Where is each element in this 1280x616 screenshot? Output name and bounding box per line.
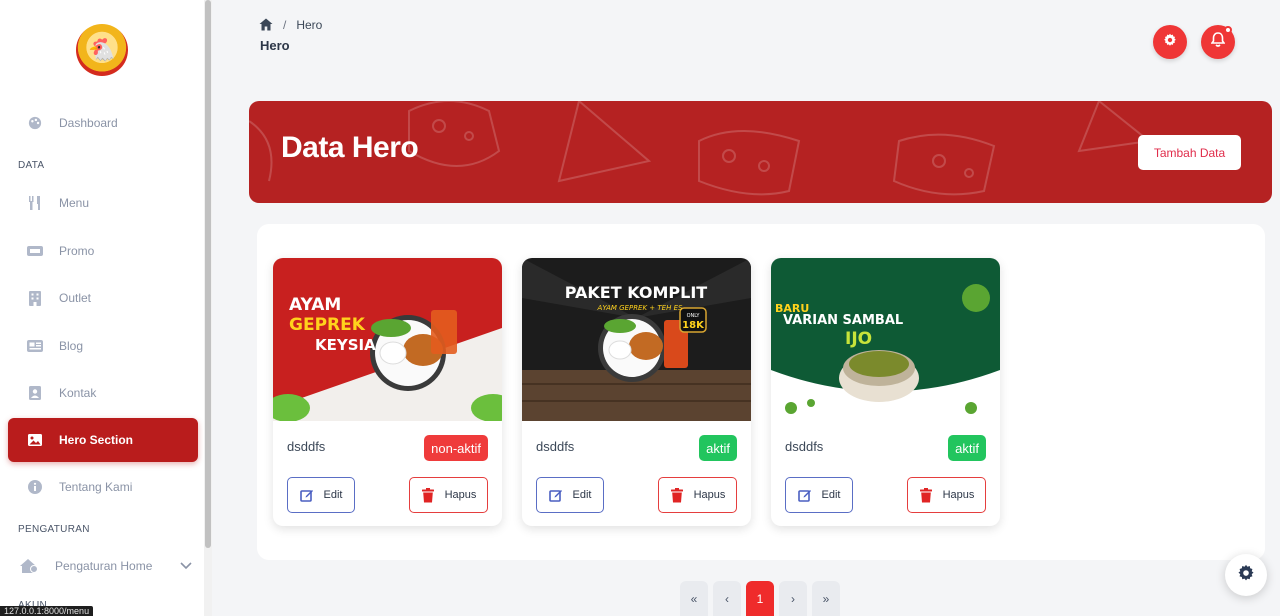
gear-icon bbox=[1163, 33, 1177, 52]
edit-icon bbox=[797, 488, 812, 502]
image-text: AYAM GEPREK + TEH ES bbox=[597, 304, 683, 312]
notification-dot bbox=[1224, 26, 1232, 34]
delete-label: Hapus bbox=[942, 489, 975, 501]
hero-card: AYAM GEPREK KEYSIA dsddfs non-aktif Edit… bbox=[273, 258, 502, 526]
ticket-icon bbox=[26, 242, 44, 260]
edit-button[interactable]: Edit bbox=[287, 477, 355, 513]
trash-icon bbox=[670, 487, 684, 503]
sidebar-item-label: Kontak bbox=[59, 386, 97, 400]
edit-icon bbox=[299, 488, 314, 502]
bell-icon bbox=[1210, 32, 1226, 52]
contact-icon bbox=[26, 384, 44, 402]
newspaper-icon bbox=[26, 337, 44, 355]
sidebar-item-label: Hero Section bbox=[59, 433, 134, 447]
sidebar-item-menu[interactable]: Menu bbox=[8, 181, 198, 225]
sidebar-item-label: Pengaturan Home bbox=[55, 559, 153, 573]
sidebar-item-pengaturan-home[interactable]: Pengaturan Home bbox=[8, 544, 198, 588]
palette-icon bbox=[26, 114, 44, 132]
status-url-tooltip: 127.0.0.1:8000/menu bbox=[0, 606, 94, 616]
breadcrumb-current: Hero bbox=[296, 18, 323, 32]
image-icon bbox=[26, 431, 44, 449]
scrollbar-thumb[interactable] bbox=[205, 0, 211, 548]
page-banner: Data Hero Tambah Data bbox=[249, 101, 1272, 203]
sidebar-item-label: Blog bbox=[59, 339, 84, 353]
utensils-icon bbox=[26, 194, 44, 212]
sidebar-item-blog[interactable]: Blog bbox=[8, 324, 198, 368]
image-text: ONLY bbox=[687, 313, 701, 319]
hero-image[interactable]: AYAM GEPREK KEYSIA bbox=[273, 258, 502, 421]
image-text: PAKET KOMPLIT bbox=[565, 283, 708, 302]
edit-button[interactable]: Edit bbox=[785, 477, 853, 513]
delete-label: Hapus bbox=[444, 489, 477, 501]
edit-label: Edit bbox=[572, 489, 592, 501]
section-label-data: DATA bbox=[18, 160, 45, 171]
image-text: AYAM bbox=[289, 295, 341, 315]
banner-title: Data Hero bbox=[281, 131, 419, 164]
configurator-button[interactable] bbox=[1225, 554, 1267, 596]
edit-button[interactable]: Edit bbox=[536, 477, 604, 513]
delete-button[interactable]: Hapus bbox=[409, 477, 488, 513]
hero-name: dsddfs bbox=[287, 439, 326, 454]
edit-icon bbox=[548, 488, 563, 502]
image-text: IJO bbox=[845, 329, 872, 349]
add-data-button[interactable]: Tambah Data bbox=[1138, 135, 1241, 170]
hero-image[interactable]: ONLY 18K PAKET KOMPLIT AYAM GEPREK + TEH… bbox=[522, 258, 751, 421]
edit-label: Edit bbox=[821, 489, 841, 501]
image-text: KEYSIA bbox=[315, 336, 376, 354]
section-label-pengaturan: PENGATURAN bbox=[18, 524, 90, 535]
hero-card: ONLY 18K PAKET KOMPLIT AYAM GEPREK + TEH… bbox=[522, 258, 751, 526]
page-first-button[interactable]: « bbox=[680, 581, 708, 616]
gear-icon bbox=[1237, 564, 1255, 587]
breadcrumb-separator: / bbox=[283, 18, 287, 32]
sidebar-scrollbar[interactable] bbox=[204, 0, 212, 616]
page-current-button[interactable]: 1 bbox=[746, 581, 774, 616]
status-badge: aktif bbox=[699, 435, 737, 461]
page-next-button[interactable]: › bbox=[779, 581, 807, 616]
trash-icon bbox=[421, 487, 435, 503]
sidebar-item-outlet[interactable]: Outlet bbox=[8, 276, 198, 320]
sidebar-item-label: Outlet bbox=[59, 291, 92, 305]
delete-label: Hapus bbox=[693, 489, 726, 501]
sidebar-item-label: Dashboard bbox=[59, 116, 118, 130]
sidebar-item-kontak[interactable]: Kontak bbox=[8, 371, 198, 415]
sidebar-item-label: Promo bbox=[59, 244, 95, 258]
home-icon[interactable] bbox=[259, 18, 273, 32]
page-prev-button[interactable]: ‹ bbox=[713, 581, 741, 616]
edit-label: Edit bbox=[323, 489, 343, 501]
hero-name: dsddfs bbox=[536, 439, 575, 454]
status-badge: aktif bbox=[948, 435, 986, 461]
sidebar-item-hero-section[interactable]: Hero Section bbox=[8, 418, 198, 462]
settings-button[interactable] bbox=[1153, 25, 1187, 59]
image-text: VARIAN SAMBAL bbox=[783, 313, 903, 328]
page-title: Hero bbox=[260, 38, 290, 53]
breadcrumb: / Hero bbox=[259, 18, 322, 32]
sidebar-item-tentang-kami[interactable]: Tentang Kami bbox=[8, 465, 198, 509]
image-text: 18K bbox=[682, 320, 705, 331]
hero-card: BARU VARIAN SAMBAL IJO dsddfs aktif Edit… bbox=[771, 258, 1000, 526]
hero-image[interactable]: BARU VARIAN SAMBAL IJO bbox=[771, 258, 1000, 421]
sidebar-item-label: Tentang Kami bbox=[59, 480, 133, 494]
house-gear-icon bbox=[18, 557, 40, 575]
image-text: GEPREK bbox=[289, 315, 366, 335]
delete-button[interactable]: Hapus bbox=[658, 477, 737, 513]
chevron-down-icon bbox=[180, 559, 192, 573]
info-icon bbox=[26, 478, 44, 496]
sidebar-item-label: Menu bbox=[59, 196, 90, 210]
trash-icon bbox=[919, 487, 933, 503]
sidebar-item-promo[interactable]: Promo bbox=[8, 229, 198, 273]
status-badge: non-aktif bbox=[424, 435, 488, 461]
sidebar-item-dashboard[interactable]: Dashboard bbox=[8, 101, 198, 145]
hero-name: dsddfs bbox=[785, 439, 824, 454]
sidebar: 🐔 Dashboard DATA Menu Promo Outlet Blog bbox=[0, 0, 212, 616]
chicken-mascot-icon: 🐔 bbox=[88, 37, 116, 62]
page-last-button[interactable]: » bbox=[812, 581, 840, 616]
delete-button[interactable]: Hapus bbox=[907, 477, 986, 513]
notifications-button[interactable] bbox=[1201, 25, 1235, 59]
brand-logo[interactable]: 🐔 bbox=[76, 24, 128, 76]
building-icon bbox=[26, 289, 44, 307]
